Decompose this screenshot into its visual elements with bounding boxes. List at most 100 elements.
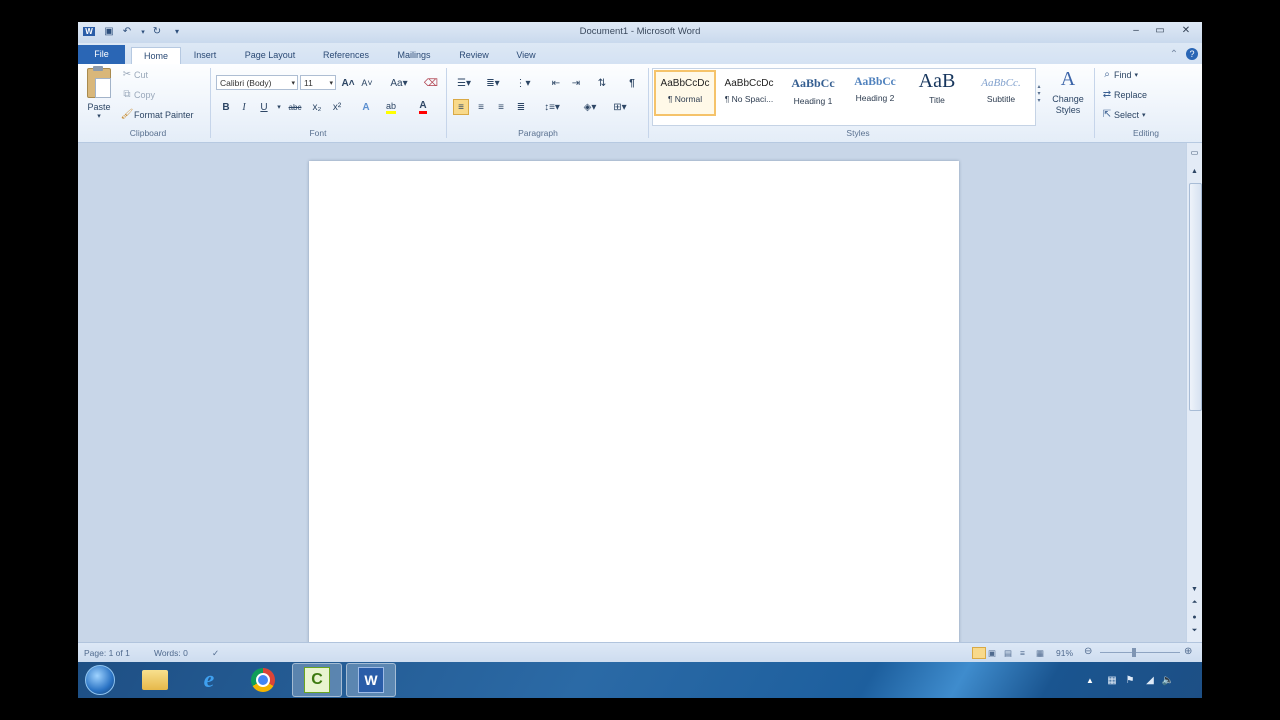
web-layout-view-icon[interactable]: ▤ <box>1004 648 1012 659</box>
text-effects-icon[interactable]: A <box>358 99 374 115</box>
maximize-button[interactable]: ▭ <box>1148 22 1172 39</box>
start-button[interactable] <box>78 663 122 697</box>
page-count[interactable]: Page: 1 of 1 <box>84 648 130 658</box>
zoom-slider[interactable] <box>1100 652 1180 653</box>
cut-label: Cut <box>134 69 149 80</box>
paragraph-group-label: Paragraph <box>518 128 558 138</box>
print-layout-view-icon[interactable] <box>972 647 986 659</box>
ruler-toggle-icon[interactable]: ▭ <box>1187 145 1202 159</box>
change-case-icon[interactable]: Aa▾ <box>388 75 410 91</box>
tab-mailings[interactable]: Mailings <box>387 47 441 64</box>
taskbar-internet-explorer[interactable]: e <box>184 663 234 697</box>
paste-button[interactable]: Paste ▾ <box>84 66 114 124</box>
find-button[interactable]: ⌕ Find ▾ <box>1100 69 1138 80</box>
change-styles-button[interactable]: A Change Styles <box>1046 68 1090 124</box>
scroll-down-icon[interactable]: ▼ <box>1187 583 1202 595</box>
align-left-icon[interactable]: ≡ <box>453 99 469 115</box>
font-name-combo[interactable]: Calibri (Body) ▾ <box>216 75 298 90</box>
proofing-icon[interactable]: ✓ <box>212 648 219 659</box>
tab-review[interactable]: Review <box>450 47 498 64</box>
document-page[interactable] <box>309 161 959 642</box>
superscript-icon[interactable]: x² <box>329 99 345 115</box>
close-button[interactable]: ✕ <box>1172 22 1200 39</box>
zoom-out-icon[interactable]: ⊖ <box>1084 646 1092 657</box>
outline-view-icon[interactable]: ≡ <box>1020 648 1025 658</box>
tab-page-layout[interactable]: Page Layout <box>235 47 305 64</box>
justify-icon[interactable]: ≣ <box>513 99 529 115</box>
tray-icon[interactable]: ▦ <box>1104 672 1120 688</box>
font-name-value: Calibri (Body) <box>220 78 272 88</box>
tab-file[interactable]: File <box>78 45 125 64</box>
help-icon[interactable]: ? <box>1184 46 1200 62</box>
tab-insert[interactable]: Insert <box>184 47 226 64</box>
font-color-icon[interactable]: A <box>415 99 431 115</box>
taskbar-camtasia[interactable]: C <box>292 663 342 697</box>
multilevel-list-icon[interactable]: ⋮▾ <box>512 75 534 91</box>
action-center-icon[interactable]: ⚑ <box>1122 672 1138 688</box>
network-icon[interactable]: ◢ <box>1142 672 1158 688</box>
zoom-in-icon[interactable]: ⊕ <box>1184 646 1192 657</box>
style-preview: AaBbCcDc <box>724 78 774 89</box>
decrease-indent-icon[interactable]: ⇤ <box>548 75 564 91</box>
zoom-slider-thumb[interactable] <box>1132 648 1136 657</box>
sort-icon[interactable]: ⇅ <box>594 75 610 91</box>
next-page-icon[interactable]: ⏷ <box>1187 625 1202 637</box>
word-count[interactable]: Words: 0 <box>154 648 188 658</box>
style-subtitle[interactable]: AaBbCc. Subtitle <box>970 70 1032 116</box>
tab-home[interactable]: Home <box>131 47 181 65</box>
full-screen-view-icon[interactable]: ▣ <box>988 648 996 659</box>
style-title[interactable]: AaB Title <box>906 70 968 116</box>
strikethrough-icon[interactable]: abc <box>287 99 303 115</box>
shrink-font-icon[interactable]: A˅ <box>359 75 375 91</box>
style-name: ¶ Normal <box>667 94 703 104</box>
replace-button[interactable]: ⇄ Replace <box>1100 89 1147 100</box>
italic-icon[interactable]: I <box>236 99 252 115</box>
replace-icon: ⇄ <box>1102 89 1112 100</box>
tab-view[interactable]: View <box>506 47 546 64</box>
scroll-up-icon[interactable]: ▲ <box>1187 165 1202 177</box>
copy-button[interactable]: ⧉ Copy <box>120 89 155 100</box>
align-right-icon[interactable]: ≡ <box>493 99 509 115</box>
bold-icon[interactable]: B <box>218 99 234 115</box>
minimize-button[interactable]: ‒ <box>1124 22 1148 39</box>
style-heading-1[interactable]: AaBbCc Heading 1 <box>782 70 844 116</box>
highlight-icon[interactable]: ab <box>383 99 399 115</box>
subscript-icon[interactable]: x₂ <box>309 99 325 115</box>
style-normal[interactable]: AaBbCcDc ¶ Normal <box>654 70 716 116</box>
styles-scroll-icon[interactable]: ▴ ▾ ▾ <box>1034 70 1044 116</box>
minimize-ribbon-icon[interactable]: ⌃ <box>1166 46 1182 62</box>
format-painter-button[interactable]: 🖌 Format Painter <box>120 109 194 120</box>
taskbar-explorer[interactable] <box>130 663 180 697</box>
zoom-level[interactable]: 91% <box>1056 648 1073 658</box>
font-size-combo[interactable]: 11 ▾ <box>300 75 336 90</box>
vertical-scrollbar[interactable]: ▭ ▲ ▼ ⏶ ● ⏷ <box>1186 143 1202 642</box>
clear-formatting-icon[interactable]: ⌫ <box>423 75 439 91</box>
scroll-thumb[interactable] <box>1189 183 1202 411</box>
show-hidden-icons-icon[interactable]: ▲ <box>1082 672 1098 688</box>
taskbar-word[interactable]: W <box>346 663 396 697</box>
borders-icon[interactable]: ⊞▾ <box>608 99 632 115</box>
shading-icon[interactable]: ◈▾ <box>578 99 602 115</box>
bullets-icon[interactable]: ☰▾ <box>453 75 475 91</box>
style-heading-2[interactable]: AaBbCc Heading 2 <box>844 70 906 116</box>
show-formatting-icon[interactable]: ¶ <box>624 75 640 91</box>
align-center-icon[interactable]: ≡ <box>473 99 489 115</box>
cut-button[interactable]: ✂ Cut <box>120 69 148 80</box>
draft-view-icon[interactable]: ▦ <box>1036 648 1044 659</box>
previous-page-icon[interactable]: ⏶ <box>1187 597 1202 609</box>
numbering-icon[interactable]: ≣▾ <box>482 75 504 91</box>
underline-icon[interactable]: U <box>256 99 272 115</box>
volume-icon[interactable]: 🔈 <box>1160 672 1176 688</box>
taskbar-chrome[interactable] <box>238 663 288 697</box>
tab-references[interactable]: References <box>315 47 377 64</box>
line-spacing-icon[interactable]: ↕≡▾ <box>540 99 564 115</box>
grow-font-icon[interactable]: A˄ <box>340 75 356 91</box>
increase-indent-icon[interactable]: ⇥ <box>568 75 584 91</box>
style-name: Heading 1 <box>793 96 833 106</box>
select-button[interactable]: ⇱ Select ▾ <box>1100 109 1146 120</box>
start-orb-icon <box>85 665 115 695</box>
style-no-spacing[interactable]: AaBbCcDc ¶ No Spaci... <box>718 70 780 116</box>
browse-object-icon[interactable]: ● <box>1187 611 1202 623</box>
copy-label: Copy <box>134 89 156 100</box>
underline-dropdown-icon[interactable]: ▾ <box>271 99 287 115</box>
